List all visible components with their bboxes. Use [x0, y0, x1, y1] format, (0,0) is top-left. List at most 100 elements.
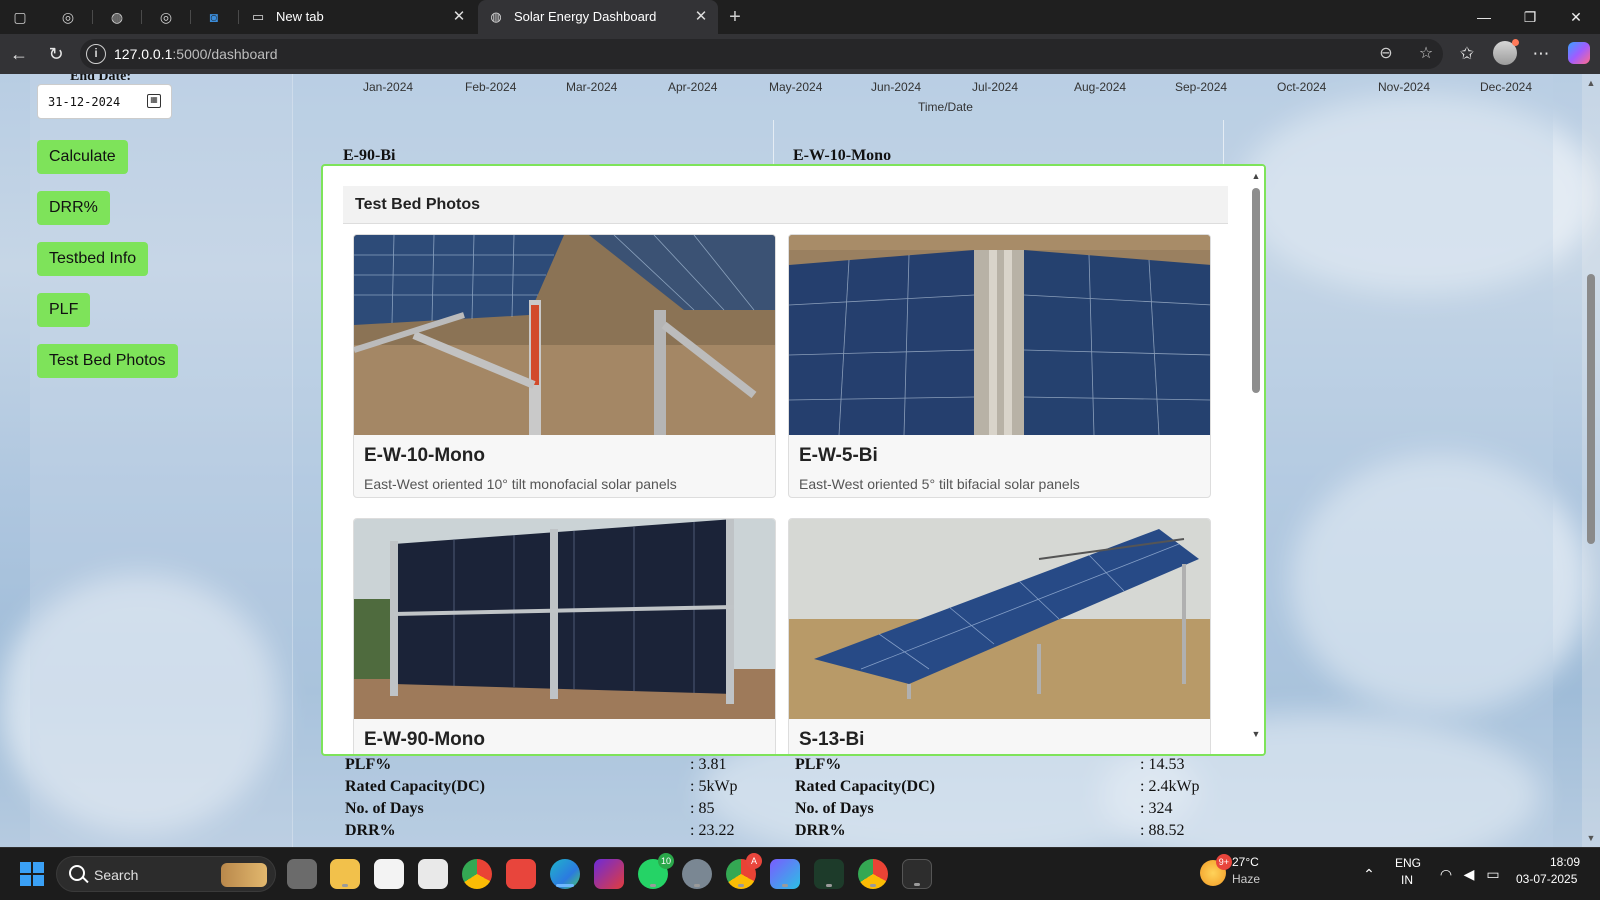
tab-solar-dashboard[interactable]: ◍ Solar Energy Dashboard ✕: [478, 0, 718, 34]
task-view-icon[interactable]: [287, 859, 317, 889]
clock-time[interactable]: 18:09: [1550, 855, 1580, 869]
chrome-profile-badge: A: [746, 853, 762, 869]
stat-value: : 88.52: [1140, 822, 1185, 839]
new-tab-plus-icon[interactable]: +: [726, 7, 744, 27]
x-axis-tick-label: Aug-2024: [1074, 80, 1127, 94]
photo-e-w-90-mono[interactable]: [354, 519, 775, 719]
outlook-tab-icon[interactable]: ◙: [205, 8, 223, 26]
favorites-icon[interactable]: ✩: [1456, 43, 1478, 65]
tab-new-tab[interactable]: ▭ New tab ✕: [240, 0, 476, 34]
whatsapp-badge: 10: [657, 853, 674, 869]
close-tab-icon[interactable]: ✕: [450, 8, 468, 26]
modal-scroll-down-icon[interactable]: ▼: [1251, 729, 1261, 739]
weather-desc: Haze: [1232, 872, 1261, 886]
site-info-icon[interactable]: i: [86, 44, 106, 64]
reload-icon[interactable]: ↻: [45, 43, 67, 65]
page-scroll-thumb[interactable]: [1587, 274, 1595, 544]
close-tab-icon[interactable]: ✕: [692, 8, 710, 26]
photo-card[interactable]: S-13-Bi: [788, 518, 1211, 754]
back-arrow-icon[interactable]: ←: [8, 43, 30, 65]
close-window-button[interactable]: ✕: [1553, 0, 1599, 34]
end-date-input[interactable]: 31-12-2024 ▦: [37, 84, 172, 119]
chrome-profile-icon[interactable]: A: [726, 853, 762, 889]
file-explorer-icon[interactable]: [330, 859, 360, 889]
taskbar-search[interactable]: Search: [56, 856, 276, 892]
sidebar: [30, 74, 293, 847]
photo-title: E-W-90-Mono: [364, 729, 485, 750]
page-scrollbar[interactable]: ▲ ▼: [1582, 74, 1600, 847]
calendar-icon[interactable]: ▦: [147, 94, 161, 108]
modal-scroll-up-icon[interactable]: ▲: [1251, 171, 1261, 181]
x-axis-tick-label: Jan-2024: [363, 80, 414, 94]
x-axis-tick-label: Jun-2024: [871, 80, 922, 94]
pycharm-icon[interactable]: [814, 859, 844, 889]
wifi-icon[interactable]: ◠: [1436, 864, 1456, 884]
chrome-icon[interactable]: [462, 859, 492, 889]
photo-e-w-10-mono[interactable]: [354, 235, 775, 435]
stat-label: PLF%: [345, 756, 392, 773]
more-menu-icon[interactable]: ⋯: [1530, 43, 1552, 65]
x-axis-tick-label: Mar-2024: [566, 80, 618, 94]
show-hidden-icons-chevron-icon[interactable]: ⌃: [1359, 864, 1379, 884]
plf-button[interactable]: PLF: [37, 293, 91, 327]
card-title-left: E-90-Bi: [343, 147, 396, 164]
anydesk-icon[interactable]: [506, 859, 536, 889]
vpn-app-icon[interactable]: [770, 859, 800, 889]
stat-value: : 2.4kWp: [1140, 778, 1200, 795]
minimize-button[interactable]: —: [1461, 0, 1507, 34]
testbed-info-button[interactable]: Testbed Info: [37, 242, 149, 276]
whatsapp-icon[interactable]: 10: [638, 853, 674, 889]
profile-avatar[interactable]: [1493, 39, 1519, 65]
paint-app-icon[interactable]: [594, 859, 624, 889]
terminal-icon[interactable]: [902, 859, 932, 889]
drr-button[interactable]: DRR%: [37, 191, 110, 225]
photo-card[interactable]: E-W-5-Bi East-West oriented 5° tilt bifa…: [788, 234, 1211, 498]
modal-scroll-thumb[interactable]: [1252, 188, 1260, 393]
tab-title: New tab: [276, 9, 324, 24]
clock-date[interactable]: 03-07-2025: [1516, 872, 1577, 886]
photo-title: S-13-Bi: [799, 729, 865, 750]
edge-browser-icon[interactable]: [550, 859, 580, 889]
pinned-tab-1-icon[interactable]: ◎: [59, 8, 77, 26]
pinned-tab-3-icon[interactable]: ◎: [157, 8, 175, 26]
tab-actions-icon[interactable]: ▢: [11, 8, 29, 26]
volume-icon[interactable]: ◀: [1459, 864, 1479, 884]
notepad-icon[interactable]: [374, 859, 404, 889]
settings-gear-icon[interactable]: [682, 859, 712, 889]
windows-taskbar: Search 10 A 9+ 27°C Haze ⌃ ENG IN ◠ ◀ ▭ …: [0, 847, 1600, 900]
scroll-down-arrow-icon[interactable]: ▼: [1586, 833, 1596, 843]
photo-s-13-bi[interactable]: [789, 519, 1210, 719]
url-text: 127.0.0.1:5000/dashboard: [114, 46, 277, 62]
weather-badge: 9+: [1215, 854, 1232, 870]
weather-icon[interactable]: 9+: [1200, 854, 1232, 886]
photo-e-w-5-bi[interactable]: [789, 235, 1210, 435]
tab-separator: [190, 10, 191, 24]
battery-icon[interactable]: ▭: [1483, 864, 1503, 884]
stat-label: No. of Days: [795, 800, 874, 817]
windows-start-icon[interactable]: [20, 862, 44, 886]
pinned-tab-globe-icon[interactable]: ◍: [108, 8, 126, 26]
photo-card[interactable]: E-W-90-Mono: [353, 518, 776, 754]
scroll-up-arrow-icon[interactable]: ▲: [1586, 78, 1596, 88]
photo-title: E-W-10-Mono: [364, 445, 485, 466]
test-bed-photos-button[interactable]: Test Bed Photos: [37, 344, 178, 378]
x-axis-tick-label: Oct-2024: [1277, 80, 1327, 94]
address-bar[interactable]: i 127.0.0.1:5000/dashboard ⊖ ☆: [80, 39, 1443, 69]
stat-value: : 5kWp: [690, 778, 738, 795]
maximize-button[interactable]: ❐: [1507, 0, 1553, 34]
language-primary[interactable]: ENG: [1395, 856, 1421, 870]
language-region[interactable]: IN: [1401, 873, 1413, 887]
url-path: :5000/dashboard: [172, 46, 278, 62]
calculate-button[interactable]: Calculate: [37, 140, 128, 174]
x-axis-tick-label: Feb-2024: [465, 80, 517, 94]
reading-mode-icon[interactable]: ⊖: [1376, 44, 1396, 64]
x-axis-tick-label: May-2024: [769, 80, 823, 94]
modal-scrollbar[interactable]: ▲ ▼: [1248, 166, 1264, 754]
stat-value: : 14.53: [1140, 756, 1185, 773]
favorite-star-icon[interactable]: ☆: [1416, 44, 1436, 64]
copilot-icon[interactable]: [1568, 42, 1590, 64]
chrome-profile-2-icon[interactable]: [858, 859, 888, 889]
snipping-tool-icon[interactable]: [418, 859, 448, 889]
stat-value: : 85: [690, 800, 715, 817]
photo-card[interactable]: E-W-10-Mono East-West oriented 10° tilt …: [353, 234, 776, 498]
